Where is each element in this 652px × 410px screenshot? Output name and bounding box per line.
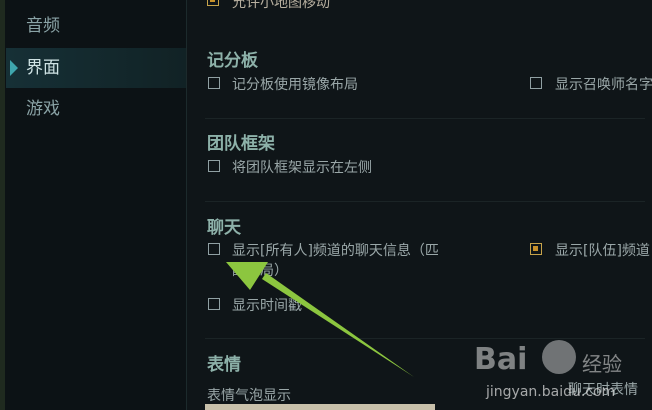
sidebar-item-label: 音频 [26, 16, 60, 36]
team-frame-left-label: 将团队框架显示在左侧 [232, 160, 372, 176]
sidebar-item-audio[interactable]: 音频 [6, 6, 186, 46]
timestamp-checkbox[interactable] [208, 298, 220, 310]
timestamp-label: 显示时间戳 [232, 298, 302, 314]
summoner-name-label: 显示召唤师名字 [555, 77, 652, 93]
sidebar-item-game[interactable]: 游戏 [6, 89, 186, 129]
watermark-url: jingyan.baidu.com [486, 384, 616, 400]
sidebar-item-label: 游戏 [26, 99, 60, 119]
watermark-brand: Bai [474, 342, 528, 377]
sidebar-item-interface[interactable]: 界面 [6, 48, 186, 88]
team-chat-label: 显示[队伍]频道 [555, 243, 650, 259]
minimap-move-label: 允许小地图移动 [232, 0, 330, 11]
team-chat-checkbox[interactable] [530, 243, 542, 255]
summoner-name-checkbox[interactable] [530, 77, 542, 89]
scoreboard-mirror-label: 记分板使用镜像布局 [232, 77, 358, 93]
emote-bubble-label: 表情气泡显示 [207, 388, 291, 404]
chevron-right-icon [10, 60, 18, 76]
emote-bubble-dropdown[interactable] [205, 404, 435, 410]
scoreboard-mirror-checkbox[interactable] [208, 77, 220, 89]
minimap-move-checkbox[interactable] [207, 0, 219, 6]
section-divider [205, 118, 645, 119]
all-chat-checkbox[interactable] [208, 243, 220, 255]
watermark-brand2: 经验 [582, 352, 622, 376]
sidebar-item-label: 界面 [26, 58, 60, 78]
paw-icon [542, 340, 576, 374]
all-chat-label-line2: 配对局） [232, 263, 288, 279]
team-frame-left-checkbox[interactable] [208, 160, 220, 172]
sidebar-edge [0, 0, 5, 410]
section-title-scoreboard: 记分板 [207, 51, 258, 71]
all-chat-label-line1: 显示[所有人]频道的聊天信息（匹 [232, 243, 439, 259]
settings-sidebar: 音频 界面 游戏 [0, 0, 187, 410]
section-title-chat: 聊天 [207, 218, 241, 238]
section-divider [205, 201, 645, 202]
section-title-team-frame: 团队框架 [207, 134, 275, 154]
baidu-watermark: Bai 经验 jingyan.baidu.com [472, 338, 652, 410]
section-title-emotes: 表情 [207, 355, 241, 375]
